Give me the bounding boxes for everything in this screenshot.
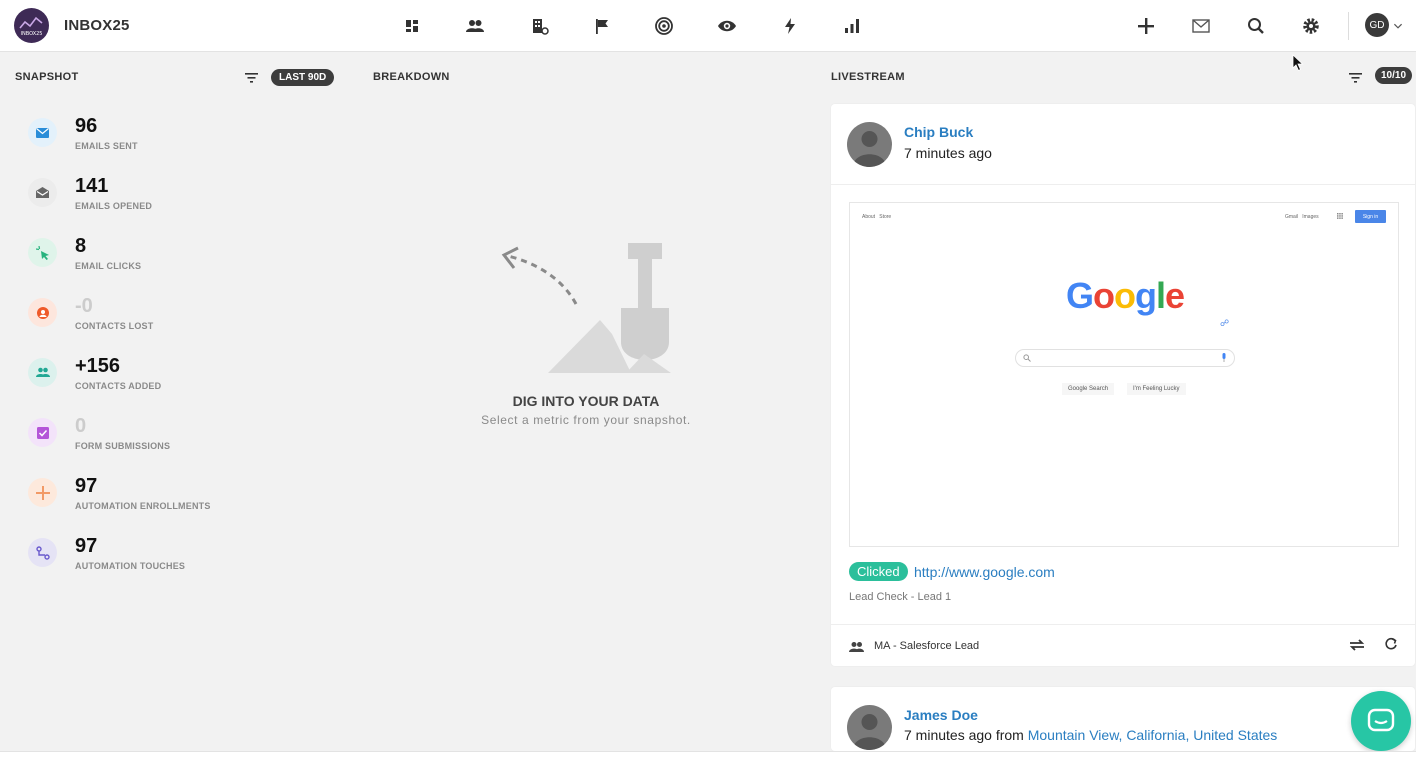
dashboard-icon[interactable] — [400, 14, 424, 38]
page-preview[interactable]: About Store Gmail Images Sign in Google … — [849, 202, 1399, 547]
refresh-icon[interactable] — [1384, 637, 1398, 651]
top-navbar: INBOX25 INBOX25 GD — [0, 0, 1416, 52]
livestream-card: Chip Buck 7 minutes ago About Store Gmai… — [831, 104, 1415, 666]
metric-label: AUTOMATION TOUCHES — [75, 561, 186, 571]
metric-value: 0 — [75, 415, 87, 437]
flag-icon[interactable] — [590, 14, 614, 38]
brand-logo-text: INBOX25 — [21, 31, 43, 37]
mail-icon[interactable] — [1189, 14, 1213, 38]
automation-icon — [28, 538, 57, 567]
google-logo-text: Google — [1065, 275, 1185, 316]
location-link[interactable]: Mountain View, California, United States — [1028, 727, 1278, 743]
eye-icon[interactable] — [715, 14, 739, 38]
metric-label: EMAILS OPENED — [75, 201, 153, 211]
preview-search-box — [1015, 349, 1235, 367]
plus-icon[interactable] — [1134, 14, 1158, 38]
metric-value: -0 — [75, 295, 93, 317]
sync-icon[interactable] — [1348, 638, 1366, 652]
preview-lucky-button: I'm Feeling Lucky — [1127, 383, 1186, 395]
mouse-cursor-icon — [1292, 54, 1304, 77]
email-opened-icon — [28, 178, 57, 207]
metric-value: +156 — [75, 355, 121, 377]
contact-name[interactable]: Chip Buck — [904, 124, 973, 140]
activity-time-line: 7 minutes ago from Mountain View, Califo… — [904, 727, 1277, 743]
plus-icon — [28, 478, 57, 507]
brand[interactable]: INBOX25 INBOX25 — [14, 8, 130, 43]
preview-signin-button: Sign in — [1355, 210, 1386, 223]
activity-time: 7 minutes ago — [904, 145, 992, 161]
empty-state-title: DIG INTO YOUR DATA — [512, 393, 660, 409]
snapshot-title: SNAPSHOT — [15, 71, 79, 83]
share-icon: ☍ — [1220, 318, 1230, 328]
from-label: from — [995, 727, 1024, 743]
microphone-icon — [1222, 353, 1226, 362]
email-sent-icon — [28, 118, 57, 147]
activity-time: 7 minutes ago — [904, 727, 992, 743]
contacts-icon — [849, 642, 864, 652]
preview-nav-left: About Store — [862, 214, 892, 220]
metric-contacts-added[interactable]: +156 CONTACTS ADDED — [28, 355, 268, 405]
metric-value: 96 — [75, 115, 98, 137]
metric-automation-enrollments[interactable]: 97 AUTOMATION ENROLLMENTS — [28, 475, 268, 525]
metric-email-clicks[interactable]: 8 EMAIL CLICKS — [28, 235, 268, 285]
metric-value: 141 — [75, 175, 109, 197]
avatar[interactable] — [847, 705, 892, 750]
filter-icon[interactable] — [1349, 71, 1363, 83]
metric-emails-sent[interactable]: 96 EMAILS SENT — [28, 115, 268, 165]
metric-value: 97 — [75, 475, 98, 497]
range-badge[interactable]: LAST 90D — [271, 69, 335, 86]
campaign-label: Lead Check - Lead 1 — [849, 591, 952, 603]
chat-launcher-button[interactable] — [1351, 691, 1411, 751]
target-icon[interactable] — [652, 14, 676, 38]
divider — [831, 184, 1415, 185]
contacts-lost-icon — [28, 298, 57, 327]
metric-label: CONTACTS LOST — [75, 321, 154, 331]
preview-nav-right: Gmail Images — [1285, 214, 1319, 220]
apps-grid-icon — [1337, 213, 1343, 219]
avatar[interactable] — [847, 122, 892, 167]
footer-bar — [0, 751, 1416, 769]
metric-label: EMAILS SENT — [75, 141, 138, 151]
search-icon — [1023, 354, 1031, 362]
google-logo: Google — [1050, 275, 1200, 317]
dig-illustration — [496, 238, 676, 383]
contact-name[interactable]: James Doe — [904, 707, 978, 723]
metric-value: 8 — [75, 235, 87, 257]
metric-emails-opened[interactable]: 141 EMAILS OPENED — [28, 175, 268, 225]
metric-label: CONTACTS ADDED — [75, 381, 162, 391]
activity-badge: Clicked — [849, 562, 908, 581]
app-name: INBOX25 — [64, 17, 130, 34]
metric-label: AUTOMATION ENROLLMENTS — [75, 501, 211, 511]
brand-logo: INBOX25 — [14, 8, 49, 43]
user-avatar[interactable]: GD — [1365, 13, 1389, 37]
click-icon — [28, 238, 57, 267]
chevron-down-icon[interactable] — [1391, 14, 1405, 38]
chat-icon — [1367, 708, 1395, 732]
breakdown-title: BREAKDOWN — [373, 71, 450, 83]
livestream-count-badge: 10/10 — [1375, 67, 1413, 84]
bar-chart-icon[interactable] — [840, 14, 864, 38]
companies-icon[interactable] — [528, 14, 552, 38]
card-footer: MA - Salesforce Lead — [831, 624, 1415, 666]
contacts-icon[interactable] — [463, 14, 487, 38]
search-icon[interactable] — [1244, 14, 1268, 38]
metric-form-submissions[interactable]: 0 FORM SUBMISSIONS — [28, 415, 268, 465]
divider — [1348, 12, 1349, 40]
metric-label: FORM SUBMISSIONS — [75, 441, 171, 451]
filter-icon[interactable] — [245, 71, 259, 83]
metric-label: EMAIL CLICKS — [75, 261, 142, 271]
gear-icon[interactable] — [1299, 14, 1323, 38]
metric-contacts-lost[interactable]: -0 CONTACTS LOST — [28, 295, 268, 345]
metric-value: 97 — [75, 535, 98, 557]
metric-automation-touches[interactable]: 97 AUTOMATION TOUCHES — [28, 535, 268, 585]
livestream-title: LIVESTREAM — [831, 71, 905, 83]
clicked-url[interactable]: http://www.google.com — [914, 564, 1055, 580]
list-name: MA - Salesforce Lead — [874, 640, 980, 652]
livestream-card: James Doe 7 minutes ago from Mountain Vi… — [831, 687, 1415, 751]
form-icon — [28, 418, 57, 447]
preview-search-button: Google Search — [1062, 383, 1115, 395]
lightning-icon[interactable] — [778, 14, 802, 38]
contacts-added-icon — [28, 358, 57, 387]
empty-state-subtitle: Select a metric from your snapshot. — [481, 413, 691, 427]
